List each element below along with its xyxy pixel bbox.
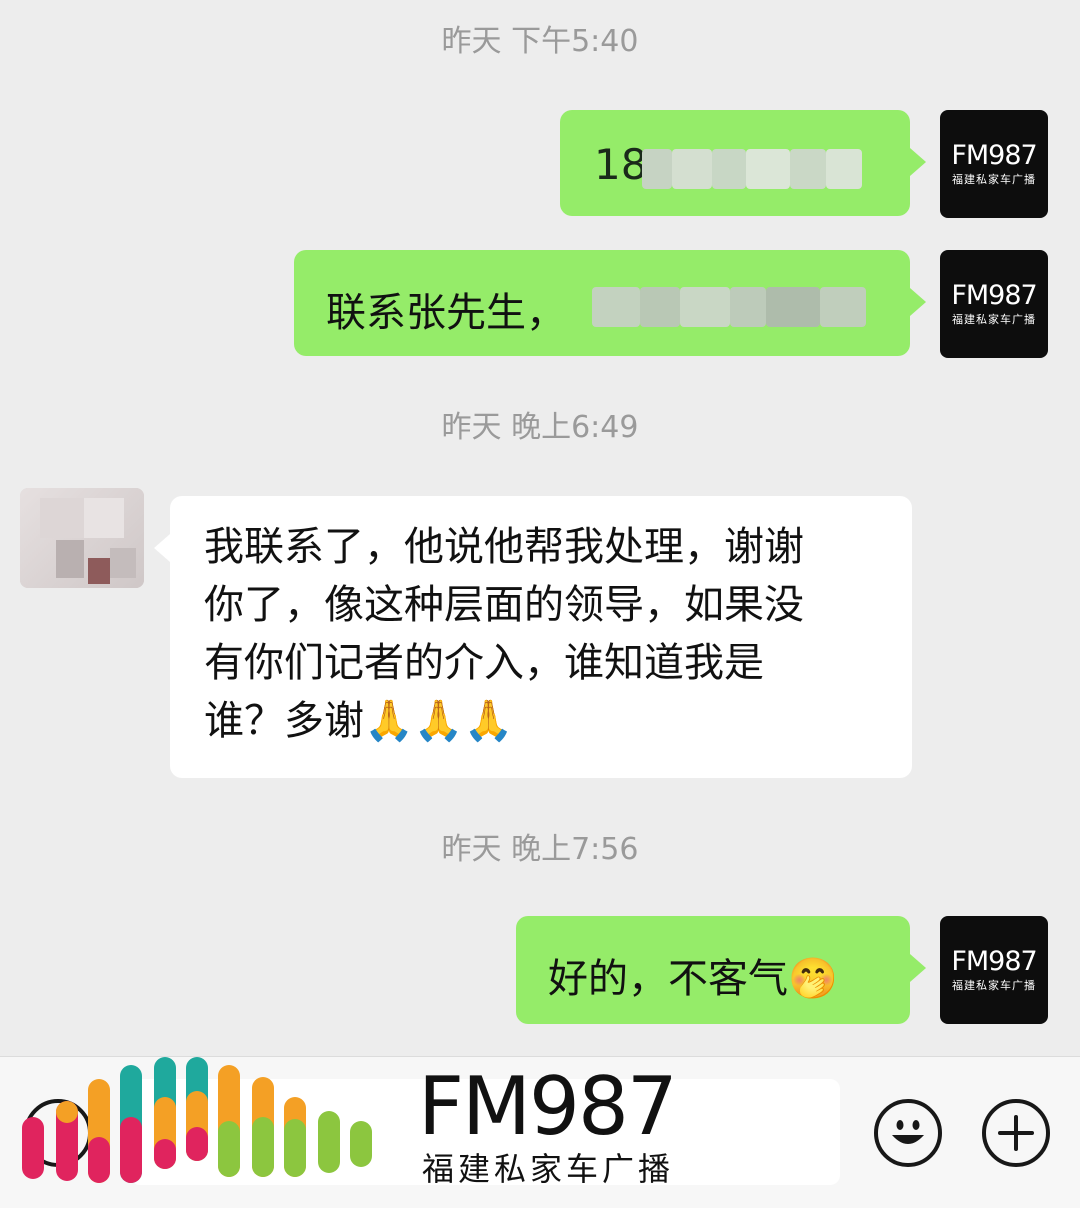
avatar-logo: FM987: [951, 140, 1037, 171]
emoji-button[interactable]: [874, 1099, 942, 1167]
brand-equalizer-logo: [22, 1057, 372, 1183]
message-text: 18: [594, 140, 648, 189]
plus-icon: [998, 1115, 1034, 1151]
timestamp: 昨天 晚上7:56: [441, 832, 639, 867]
message-bubble-received[interactable]: 我联系了，他说他帮我处理，谢谢 你了，像这种层面的领导，如果没 有你们记者的介入…: [154, 496, 912, 778]
avatar-subtitle: 福建私家车广播: [952, 979, 1036, 992]
input-toolbar: FM987 福建私家车广播: [0, 1056, 1080, 1208]
message-bubble-sent[interactable]: 好的，不客气🤭: [516, 916, 926, 1024]
message-line: 我联系了，他说他帮我处理，谢谢: [204, 524, 804, 570]
message-bubble-sent[interactable]: 联系张先生，: [294, 250, 926, 356]
message-bubble-sent[interactable]: 18: [560, 110, 926, 216]
sender-avatar[interactable]: FM987 福建私家车广播: [940, 250, 1048, 358]
redacted-content: [592, 282, 882, 327]
message-text: 好的，不客气🤭: [548, 956, 838, 1002]
avatar-logo: FM987: [951, 280, 1037, 311]
message-line: 你了，像这种层面的领导，如果没: [204, 582, 804, 628]
timestamp: 昨天 晚上6:49: [441, 410, 639, 445]
message-line: 谁？多谢🙏🙏🙏: [204, 698, 514, 744]
avatar-subtitle: 福建私家车广播: [952, 313, 1036, 326]
sender-avatar[interactable]: FM987 福建私家车广播: [940, 916, 1048, 1024]
smiley-face-icon: [892, 1120, 924, 1144]
more-button[interactable]: [982, 1099, 1050, 1167]
message-line: 有你们记者的介入，谁知道我是: [204, 640, 764, 686]
sender-avatar[interactable]: FM987 福建私家车广播: [940, 110, 1048, 218]
redacted-content: [642, 144, 862, 189]
timestamp: 昨天 下午5:40: [441, 24, 639, 59]
brand-name: FM987: [418, 1060, 678, 1153]
brand-subtitle: 福建私家车广播: [422, 1150, 675, 1188]
avatar-logo: FM987: [951, 946, 1037, 977]
contact-avatar[interactable]: [20, 488, 144, 588]
message-text: 联系张先生，: [326, 290, 566, 336]
avatar-subtitle: 福建私家车广播: [952, 173, 1036, 186]
